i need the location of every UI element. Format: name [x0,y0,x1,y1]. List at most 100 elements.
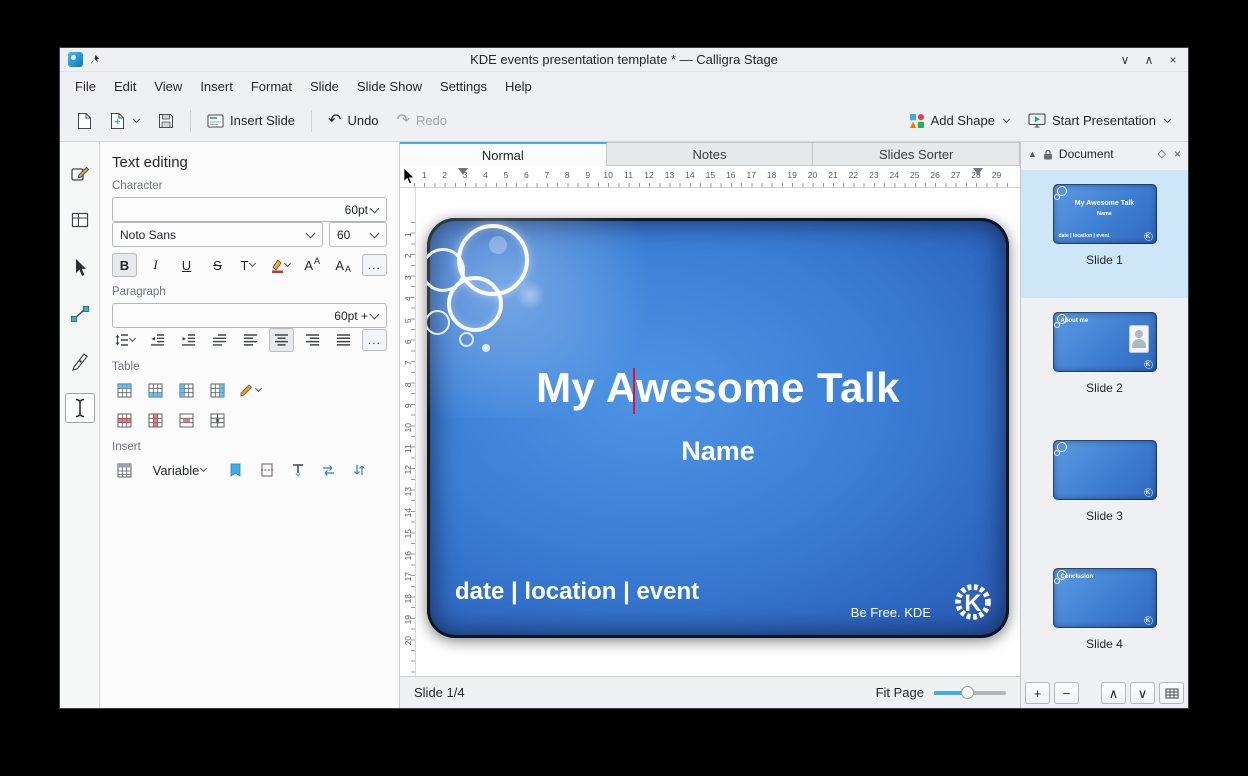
align-justify-button[interactable] [331,328,356,352]
insert-text-button[interactable] [285,458,310,482]
bookmark-button[interactable] [223,458,248,482]
insert-column-right-button[interactable] [205,378,230,402]
pin-icon[interactable] [89,54,100,65]
open-document-button[interactable] [103,107,147,135]
insert-slide-button[interactable]: Insert Slide [200,108,302,133]
character-more-options-button[interactable]: ... [362,254,387,276]
minimize-button[interactable]: ∨ [1118,54,1132,66]
start-presentation-button[interactable]: Start Presentation [1021,108,1178,133]
menu-item-slide-show[interactable]: Slide Show [348,74,431,99]
maximize-button[interactable]: ∧ [1142,54,1156,66]
edit-shapes-tool[interactable] [65,158,95,188]
move-slide-up-button[interactable]: ∧ [1101,682,1126,704]
open-dropdown-chevron-icon[interactable] [133,115,140,122]
slide-1-thumbnail[interactable]: My Awesome Talk Name date | location | e… [1053,184,1157,244]
add-slide-button[interactable]: + [1025,682,1050,704]
bold-button[interactable]: B [112,253,137,277]
menu-item-help[interactable]: Help [496,74,541,99]
align-center-button[interactable] [269,328,294,352]
menu-item-slide[interactable]: Slide [301,74,348,99]
docker-float-button[interactable]: ◇ [1158,149,1166,160]
swap-vertical-button[interactable] [347,458,372,482]
h-ruler-ticks [414,183,1016,187]
zoom-slider-knob[interactable] [961,686,974,699]
slide-thumbnail-item-3[interactable]: K Slide 3 [1021,426,1188,554]
slide-thumbnail-item-2[interactable]: About me K Slide 2 [1021,298,1188,426]
slide-4-thumbnail[interactable]: Conclusion K [1053,568,1157,628]
redo-button[interactable]: ↷ Redo [390,108,454,134]
insert-table-button[interactable] [112,458,137,482]
tab-slides-sorter[interactable]: Slides Sorter [813,142,1020,166]
split-cells-button[interactable] [205,408,230,432]
delete-slide-button[interactable]: − [1054,682,1079,704]
align-left-button[interactable] [238,328,263,352]
font-size-combo[interactable]: 60 [329,222,387,247]
italic-button[interactable]: I [143,253,168,277]
lock-icon[interactable] [1043,149,1053,160]
underline-button[interactable]: U [174,253,199,277]
docker-close-button[interactable]: × [1174,148,1181,160]
merge-cells-button[interactable] [174,408,199,432]
menu-item-edit[interactable]: Edit [105,74,145,99]
insert-column-left-button[interactable] [174,378,199,402]
connector-tool[interactable] [65,299,95,329]
slide-canvas[interactable]: My Awesome Talk Name date | location | e… [416,188,1020,676]
menu-item-file[interactable]: File [66,74,105,99]
subscript-button[interactable]: A A [331,253,356,277]
menu-item-view[interactable]: View [145,74,191,99]
save-button[interactable] [151,108,181,134]
vertical-ruler[interactable]: 1234567891011121314151617181920 [400,188,416,676]
character-style-combo[interactable]: 60pt [112,197,387,222]
indent-marker-right[interactable] [973,168,983,175]
add-shape-button[interactable]: Add Shape [902,108,1017,134]
border-pen-button[interactable] [236,378,265,402]
strikethrough-button[interactable]: S [205,253,230,277]
slide-thumbnail-item-1[interactable]: My Awesome Talk Name date | location | e… [1021,170,1188,298]
indent-marker-left[interactable] [458,168,468,175]
close-button[interactable]: × [1166,54,1180,66]
slide-editor[interactable]: My Awesome Talk Name date | location | e… [427,218,1009,638]
new-document-button[interactable] [70,107,99,135]
docker-collapse-icon[interactable]: ▲ [1028,150,1037,159]
page-break-button[interactable] [254,458,279,482]
variable-button[interactable]: Variable [143,458,217,482]
paragraph-style-combo[interactable]: 60pt + [112,303,387,328]
menu-item-insert[interactable]: Insert [191,74,242,99]
slide-title-textbox[interactable]: My Awesome Talk [427,364,1009,412]
align-right-button[interactable] [300,328,325,352]
move-slide-down-button[interactable]: ∨ [1130,682,1155,704]
decrease-indent-button[interactable] [145,328,170,352]
slide-subtitle-textbox[interactable]: Name [427,436,1009,467]
change-case-button[interactable]: T [236,253,261,277]
tab-notes[interactable]: Notes [607,142,814,166]
slide-3-thumbnail[interactable]: K [1053,440,1157,500]
increase-indent-button[interactable] [176,328,201,352]
menu-item-settings[interactable]: Settings [431,74,496,99]
slide-footer-textbox[interactable]: date | location | event [455,578,699,606]
delete-row-button[interactable] [112,408,137,432]
pointer-tool[interactable] [65,252,95,282]
horizontal-ruler[interactable]: 1234567891011121314151617181920212223242… [400,166,1020,188]
titlebar[interactable]: KDE events presentation template * — Cal… [60,48,1188,72]
insert-row-above-button[interactable] [112,378,137,402]
undo-button[interactable]: ↶ Undo [321,108,385,134]
paragraph-more-options-button[interactable]: ... [362,329,387,351]
menu-item-format[interactable]: Format [242,74,301,99]
calligraphy-tool[interactable] [65,346,95,376]
first-line-indent-button[interactable] [207,328,232,352]
line-spacing-button[interactable] [112,328,139,352]
text-frame-tool[interactable] [65,205,95,235]
font-family-combo[interactable]: Noto Sans [112,222,323,247]
zoom-mode-label[interactable]: Fit Page [876,685,924,700]
superscript-button[interactable]: A A [300,253,325,277]
zoom-slider[interactable] [934,686,1006,700]
delete-column-button[interactable] [143,408,168,432]
swap-horizontal-button[interactable] [316,458,341,482]
text-editing-tool[interactable] [65,393,95,423]
insert-row-below-button[interactable] [143,378,168,402]
tab-normal[interactable]: Normal [400,142,607,166]
slide-2-thumbnail[interactable]: About me K [1053,312,1157,372]
text-color-button[interactable] [267,253,294,277]
thumbnail-view-button[interactable] [1159,682,1184,704]
slide-thumbnail-item-4[interactable]: Conclusion K Slide 4 [1021,554,1188,678]
